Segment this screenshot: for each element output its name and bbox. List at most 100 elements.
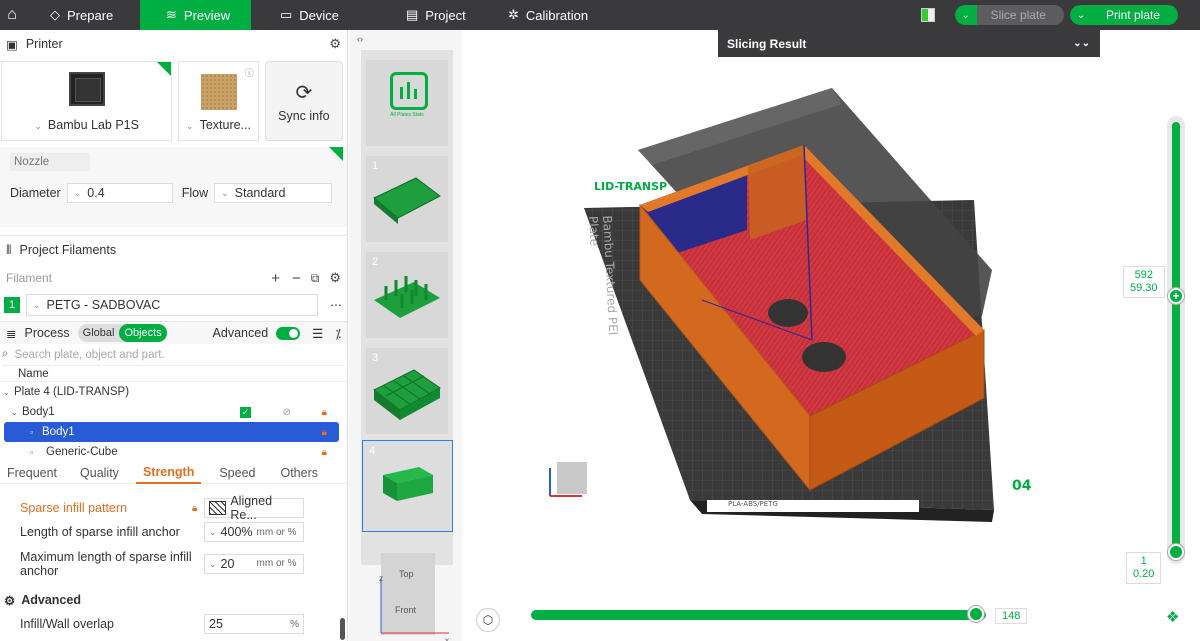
- subtab-strength[interactable]: Strength: [135, 462, 202, 484]
- plate-4-preview: [383, 467, 433, 501]
- cube-icon: ◇: [50, 7, 60, 22]
- tree-modifier-row[interactable]: ▫ Generic-Cube 🔒︎: [0, 442, 347, 462]
- filament-label: Filament: [6, 271, 53, 285]
- gear-icon[interactable]: ⚙: [329, 36, 341, 52]
- layers-stack-icon[interactable]: ❖: [1166, 608, 1179, 626]
- param-max-sparse-infill-anchor: Maximum length of sparse infill anchor ⌄…: [0, 544, 347, 584]
- sync-info-button[interactable]: ⟳ Sync info: [264, 61, 343, 141]
- move-slider-handle[interactable]: [967, 606, 984, 622]
- diameter-select[interactable]: ⌄ 0.4: [66, 183, 173, 203]
- slicing-result-panel[interactable]: Slicing Result ⌄⌄: [718, 30, 1100, 57]
- sparse-infill-pattern-select[interactable]: Aligned Re...: [204, 494, 304, 522]
- global-objects-toggle[interactable]: Global Objects: [77, 324, 167, 342]
- compare-icon[interactable]: ⁒: [335, 326, 341, 341]
- tab-project[interactable]: ▤ Project: [368, 0, 471, 30]
- slice-plate-button[interactable]: ⌄ Slice plate: [954, 5, 1064, 25]
- plate-thumb-4[interactable]: 4: [362, 440, 453, 532]
- top-layer-readout: 592 59.30: [1123, 266, 1165, 298]
- top-layer-handle[interactable]: +: [1168, 288, 1184, 304]
- view-cube[interactable]: Top Front zx: [379, 553, 449, 641]
- flow-label: Flow: [181, 186, 209, 200]
- tab-preview[interactable]: ≋ Preview: [140, 0, 251, 30]
- tab-device[interactable]: ▭ Device: [251, 0, 368, 30]
- tab-calibration[interactable]: ✲ Calibration: [471, 0, 601, 30]
- flow-select[interactable]: ⌄ Standard: [214, 183, 333, 203]
- check-icon[interactable]: ✓: [240, 406, 251, 418]
- subtab-quality[interactable]: Quality: [64, 466, 126, 480]
- remove-icon[interactable]: −: [292, 270, 301, 287]
- selected-corner-icon: [157, 62, 172, 76]
- objects-option[interactable]: Objects: [119, 324, 167, 342]
- max-sparse-infill-anchor-input[interactable]: ⌄ 20 mm or %: [204, 554, 304, 574]
- print-plate-button[interactable]: ⌄ Print plate: [1069, 5, 1178, 25]
- advanced-section-header: ⚙ Advanced: [4, 593, 81, 608]
- process-header: ≣ Process Global Objects Advanced ☰ ⁒: [0, 322, 347, 344]
- axis-gizmo: zx: [379, 574, 449, 641]
- plate-view-icon[interactable]: [920, 8, 935, 22]
- printer-card[interactable]: ⌄ Bambu Lab P1S: [1, 61, 173, 141]
- advanced-switch[interactable]: [276, 326, 301, 340]
- object-search[interactable]: ⌕ Search plate, object and part.: [2, 344, 345, 366]
- param-infill-wall-overlap: Infill/Wall overlap 25%: [0, 612, 347, 636]
- add-icon[interactable]: +: [271, 270, 280, 287]
- plate-thumb-3[interactable]: 3: [366, 348, 448, 434]
- tree-plate-row[interactable]: ⌄ Plate 4 (LID-TRANSP): [0, 382, 347, 402]
- plate-thumb-2[interactable]: 2: [366, 252, 448, 338]
- global-option[interactable]: Global: [78, 327, 120, 339]
- filament-item[interactable]: 1 ⌄ PETG - SADBOVAC ⋯: [0, 292, 347, 318]
- filament-select[interactable]: ⌄ PETG - SADBOVAC: [26, 294, 318, 316]
- build-plate-scene: [549, 88, 994, 522]
- collapse-icon[interactable]: ⌄⌄: [1073, 38, 1090, 49]
- subtab-speed[interactable]: Speed: [201, 466, 262, 480]
- document-icon: ▤: [406, 7, 419, 22]
- pattern-icon: [209, 501, 227, 515]
- collapse-toggle-icon[interactable]: ‹›: [357, 34, 363, 44]
- visibility-icon[interactable]: ⊘: [283, 407, 291, 418]
- chevron-down-icon: ⌄: [73, 187, 82, 198]
- printer-image: [68, 72, 105, 106]
- tree-part-row[interactable]: ▫ Body1 🔒︎: [4, 422, 339, 442]
- monitor-icon: ▭: [280, 7, 293, 22]
- infill-wall-overlap-input[interactable]: 25%: [204, 614, 304, 634]
- bottom-layer-handle[interactable]: [1168, 544, 1184, 560]
- camera-reset-icon[interactable]: ⬡: [476, 608, 500, 632]
- filament-index-badge: 1: [4, 297, 20, 313]
- list-icon[interactable]: ☰: [312, 326, 323, 341]
- home-icon[interactable]: ⌂: [0, 0, 24, 30]
- sync-icon: ⟳: [295, 81, 313, 104]
- filaments-section-header: ⦀ Project Filaments: [6, 242, 117, 258]
- subtab-others[interactable]: Others: [262, 466, 325, 480]
- bottom-layer-readout: 1 0.20: [1126, 552, 1162, 584]
- info-icon[interactable]: ⓘ: [245, 66, 254, 79]
- printer-section-header: ▣ Printer ⚙: [6, 36, 341, 52]
- sparse-infill-anchor-input[interactable]: ⌄ 400% mm or %: [204, 522, 304, 542]
- subtab-frequent[interactable]: Frequent: [0, 466, 64, 480]
- plate-3-preview: [373, 369, 441, 420]
- all-plates-stats-thumb[interactable]: All Plates Stats: [366, 60, 448, 146]
- nozzle-label: Nozzle: [10, 153, 90, 171]
- plate-2-preview: [374, 276, 440, 318]
- plate-number: 04: [1012, 478, 1032, 494]
- plate-type-card[interactable]: ⓘ ⌄ Texture...: [178, 61, 259, 141]
- diameter-label: Diameter: [10, 186, 61, 200]
- move-value: 148: [995, 608, 1028, 624]
- filament-sync-icon[interactable]: ⧉: [311, 271, 320, 286]
- tab-prepare[interactable]: ◇ Prepare: [24, 0, 140, 30]
- chevron-down-icon: ⌄: [221, 187, 229, 198]
- more-icon[interactable]: ⋯: [330, 298, 342, 312]
- layer-range-fill: [1172, 122, 1180, 559]
- chevron-down-icon[interactable]: ⌄: [954, 5, 977, 25]
- tree-object-row[interactable]: ⌄ Body1 ✓ ⊘ 🔒︎: [0, 402, 347, 422]
- plate-thumb-1[interactable]: 1: [366, 156, 448, 242]
- process-subtabs: Frequent Quality Strength Speed Others: [0, 462, 347, 484]
- gear-icon[interactable]: ⚙: [329, 270, 341, 286]
- chevron-down-icon[interactable]: ⌄: [1069, 5, 1092, 25]
- layers-icon: ≋: [166, 7, 177, 22]
- printer-icon: ▣: [6, 37, 18, 52]
- 3d-viewport[interactable]: LID-TRANSP Bambu Textured PEI Plate PLA-…: [462, 30, 1200, 641]
- scrollbar[interactable]: [340, 618, 345, 640]
- lock-icon: 🔒︎: [321, 446, 327, 458]
- layer-slider[interactable]: +: [1167, 116, 1185, 564]
- move-slider[interactable]: [531, 606, 986, 622]
- search-input[interactable]: Search plate, object and part.: [14, 349, 164, 361]
